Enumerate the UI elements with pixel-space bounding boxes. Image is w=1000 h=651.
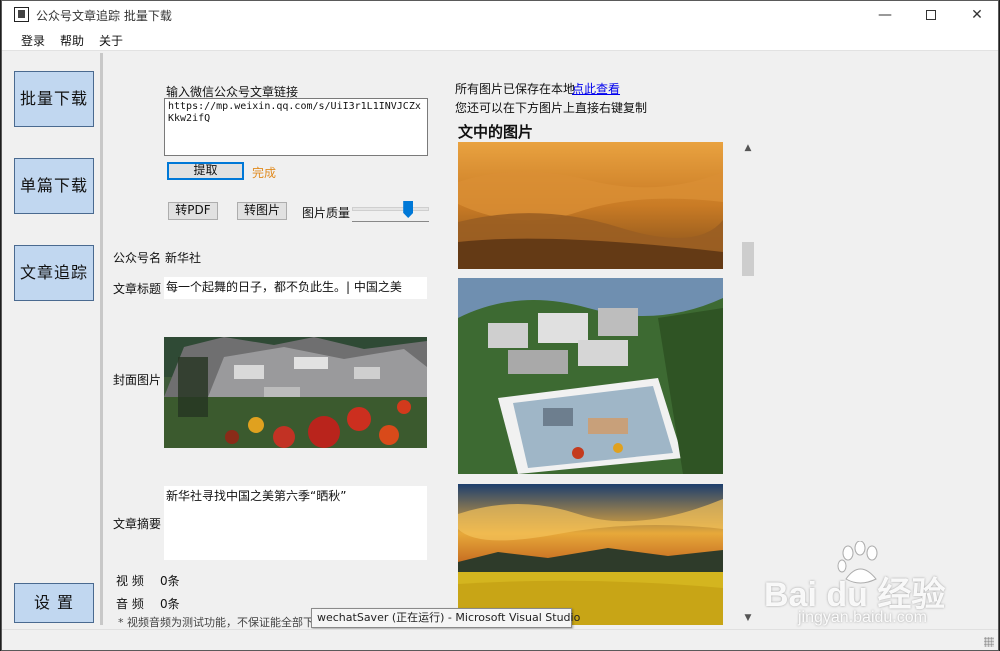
minimize-button[interactable]: — [862, 1, 908, 29]
scroll-down-icon[interactable]: ▼ [740, 611, 756, 625]
url-input[interactable]: https://mp.weixin.qq.com/s/UiI3r1L1INVJC… [164, 98, 428, 156]
test-feature-note: * 视频音频为测试功能，不保证能全部下 [118, 616, 314, 629]
app-window: 公众号文章追踪 批量下载 — ✕ 登录 帮助 关于 批量下载 单篇下载 文章追踪… [1, 0, 999, 651]
cover-image [164, 337, 427, 448]
baidu-watermark: Bai du 经验 jingyan.baidu.com [764, 541, 994, 636]
quality-slider-ticks [352, 220, 429, 222]
audio-label: 音 频 [116, 597, 144, 611]
title-label: 文章标题 [113, 282, 162, 296]
to-pdf-button[interactable]: 转PDF [168, 202, 218, 220]
account-label: 公众号名 [113, 251, 162, 265]
app-icon [14, 7, 29, 22]
cover-label: 封面图片 [113, 373, 162, 387]
scroll-up-icon[interactable]: ▲ [740, 141, 756, 155]
article-image-1[interactable] [458, 142, 723, 269]
nav-batch-download-button[interactable]: 批量下载 [14, 71, 94, 127]
article-image-3[interactable] [458, 484, 723, 625]
quality-label: 图片质量 [302, 206, 351, 220]
extract-button[interactable]: 提取 [167, 162, 244, 180]
menu-about[interactable]: 关于 [99, 32, 123, 49]
nav-single-download-button[interactable]: 单篇下载 [14, 158, 94, 214]
maximize-icon [926, 10, 936, 20]
nav-article-tracking-button[interactable]: 文章追踪 [14, 245, 94, 301]
nav-divider [100, 53, 103, 625]
taskbar-tooltip: wechatSaver (正在运行) - Microsoft Visual St… [311, 608, 580, 628]
to-image-button[interactable]: 转图片 [237, 202, 287, 220]
nav-settings-button[interactable]: 设 置 [14, 583, 94, 623]
video-label: 视 频 [116, 574, 144, 588]
scroll-thumb[interactable] [742, 242, 754, 276]
summary-field[interactable]: 新华社寻找中国之美第六季“晒秋” [164, 486, 427, 560]
account-value: 新华社 [165, 251, 202, 265]
images-saved-text: 所有图片已保存在本地 [455, 82, 576, 96]
close-button[interactable]: ✕ [954, 1, 998, 29]
video-count: 0条 [160, 574, 180, 588]
images-scrollbar[interactable]: ▲ ▼ [740, 141, 756, 625]
window-title: 公众号文章追踪 批量下载 [36, 9, 172, 23]
quality-slider-track[interactable] [352, 207, 429, 211]
view-images-link[interactable]: 点此查看 [572, 80, 620, 97]
summary-label: 文章摘要 [113, 517, 162, 531]
title-bar: 公众号文章追踪 批量下载 — ✕ [2, 1, 998, 29]
copy-hint-text: 您还可以在下方图片上直接右键复制 [455, 101, 648, 115]
quality-slider-thumb[interactable] [403, 201, 414, 218]
audio-count: 0条 [160, 597, 180, 611]
article-image-2[interactable] [458, 278, 723, 474]
watermark-url: jingyan.baidu.com [798, 609, 927, 626]
title-field[interactable]: 每一个起舞的日子，都不负此生。| 中国之美 [164, 277, 427, 299]
menu-help[interactable]: 帮助 [60, 32, 84, 49]
resize-grip-icon[interactable] [984, 637, 994, 647]
status-label: 完成 [252, 166, 277, 180]
images-section-title: 文中的图片 [458, 123, 534, 141]
maximize-button[interactable] [908, 1, 954, 29]
menu-bar: 登录 帮助 关于 [2, 29, 998, 51]
menu-login[interactable]: 登录 [21, 32, 45, 49]
